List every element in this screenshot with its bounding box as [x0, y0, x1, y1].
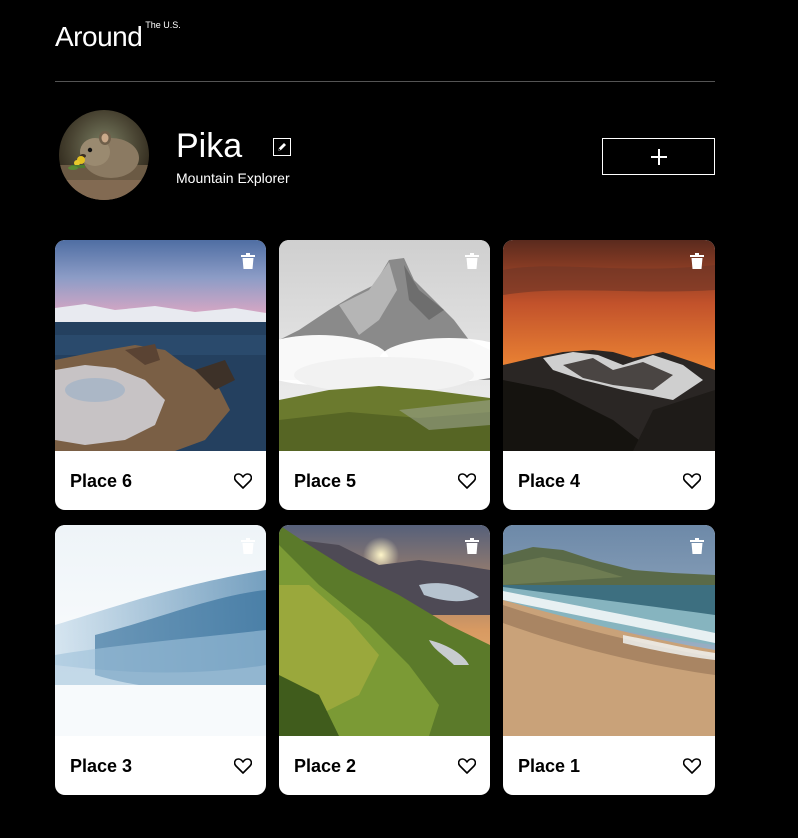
sunset-mountains-photo [503, 240, 715, 451]
place-image[interactable] [279, 240, 490, 451]
place-image[interactable] [503, 240, 715, 451]
heart-outline-icon[interactable] [683, 472, 701, 489]
heart-outline-icon[interactable] [458, 472, 476, 489]
place-image[interactable] [55, 240, 266, 451]
logo-superscript: The U.S. [145, 20, 181, 30]
place-title: Place 4 [518, 470, 581, 491]
green-slope-photo [279, 525, 490, 736]
places-grid: Place 6 Place 5 Place 4 Place 3 Place 2 … [55, 240, 715, 795]
card-footer: Place 5 [279, 451, 490, 510]
card-footer: Place 6 [55, 451, 266, 510]
place-title: Place 3 [70, 755, 133, 776]
heart-outline-icon[interactable] [234, 472, 252, 489]
profile-name: Pika [176, 127, 243, 165]
plus-icon [650, 148, 667, 165]
avatar-image [59, 110, 149, 200]
trash-icon[interactable] [465, 538, 479, 554]
place-card: Place 2 [279, 525, 490, 795]
place-card: Place 6 [55, 240, 266, 510]
page: Around The U.S. Pika Mountain Explorer P… [0, 0, 798, 838]
place-image[interactable] [279, 525, 490, 736]
place-card: Place 5 [279, 240, 490, 510]
trash-icon[interactable] [690, 253, 704, 269]
place-image[interactable] [55, 525, 266, 736]
avatar[interactable] [59, 110, 149, 200]
trash-icon[interactable] [690, 538, 704, 554]
heart-outline-icon[interactable] [683, 757, 701, 774]
place-card: Place 3 [55, 525, 266, 795]
place-title: Place 6 [70, 470, 133, 491]
card-footer: Place 3 [55, 736, 266, 795]
heart-outline-icon[interactable] [234, 757, 252, 774]
place-card: Place 4 [503, 240, 715, 510]
coast-photo [55, 240, 266, 451]
add-place-button[interactable] [602, 138, 715, 175]
card-footer: Place 2 [279, 736, 490, 795]
header-divider [55, 81, 715, 82]
misty-hills-photo [55, 525, 266, 736]
edit-profile-button[interactable] [273, 138, 291, 156]
logo-text: Around [55, 21, 143, 52]
pencil-icon [278, 143, 286, 151]
profile-description: Mountain Explorer [176, 170, 290, 186]
logo: Around The U.S. [55, 20, 181, 54]
card-footer: Place 4 [503, 451, 715, 510]
trash-icon[interactable] [465, 253, 479, 269]
trash-icon[interactable] [241, 253, 255, 269]
place-card: Place 1 [503, 525, 715, 795]
mountain-clouds-photo [279, 240, 490, 451]
heart-outline-icon[interactable] [458, 757, 476, 774]
place-title: Place 5 [294, 470, 357, 491]
place-title: Place 2 [294, 755, 357, 776]
place-image[interactable] [503, 525, 715, 736]
beach-photo [503, 525, 715, 736]
card-footer: Place 1 [503, 736, 715, 795]
trash-icon[interactable] [241, 538, 255, 554]
place-title: Place 1 [518, 755, 581, 776]
